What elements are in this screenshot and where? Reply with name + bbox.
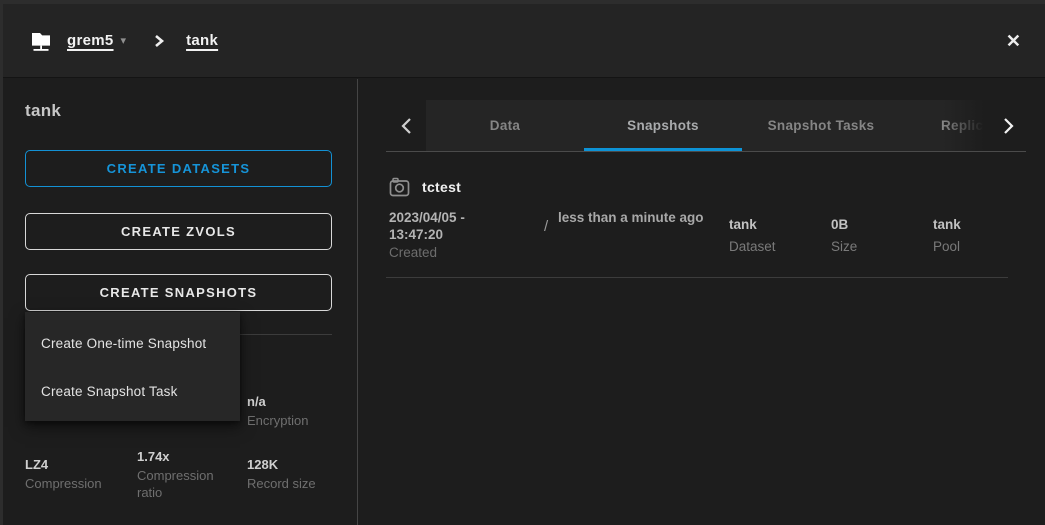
snapshot-group-name: tctest [422, 179, 461, 195]
tab-strip: Data Snapshots Snapshot Tasks Replicatio… [426, 100, 991, 151]
snapshot-created-cell: 2023/04/05 - 13:47:20 Created [389, 209, 544, 261]
tab-replication[interactable]: Replication [900, 100, 991, 151]
stat-compression: LZ4 Compression [25, 456, 137, 492]
snapshot-dataset-cell: tank Dataset [729, 209, 831, 261]
tab-snapshot-tasks[interactable]: Snapshot Tasks [742, 100, 900, 151]
dataset-details-overlay: grem5 ▾ tank ✕ tank CREATE DATASETS CREA… [3, 4, 1045, 525]
create-datasets-button[interactable]: CREATE DATASETS [25, 150, 332, 187]
tab-data[interactable]: Data [426, 100, 584, 151]
row-spacer [715, 209, 729, 261]
stat-compression-ratio: 1.74x Compression ratio [137, 448, 247, 501]
snapshot-row[interactable]: 2023/04/05 - 13:47:20 Created / less tha… [389, 209, 1033, 261]
slash-separator: / [544, 209, 558, 261]
tabs-bar: Data Snapshots Snapshot Tasks Replicatio… [386, 100, 1026, 152]
breadcrumb-chevron-icon [152, 33, 165, 49]
snapshot-relative-time: less than a minute ago [558, 209, 715, 261]
breadcrumb-root-link[interactable]: grem5 [67, 32, 114, 49]
row-divider [386, 277, 1008, 278]
snapshot-size-cell: 0B Size [831, 209, 933, 261]
caret-down-icon[interactable]: ▾ [121, 34, 127, 47]
snapshot-group-header: tctest [389, 175, 461, 199]
dataset-summary-panel: tank CREATE DATASETS CREATE ZVOLS CREATE… [3, 79, 358, 525]
dataset-icon [28, 28, 54, 54]
tab-snapshots[interactable]: Snapshots [584, 100, 742, 151]
stats-row-bottom: LZ4 Compression 1.74x Compression ratio … [25, 445, 349, 503]
create-zvols-button[interactable]: CREATE ZVOLS [25, 213, 332, 250]
stat-record-size: 128K Record size [247, 456, 347, 492]
panel-title: tank [25, 101, 61, 121]
breadcrumb-bar: grem5 ▾ tank ✕ [3, 4, 1045, 78]
camera-icon [389, 177, 410, 197]
create-snapshots-menu: Create One-time Snapshot Create Snapshot… [25, 312, 240, 421]
breadcrumb-current-link[interactable]: tank [186, 32, 218, 49]
tabs-scroll-right-button[interactable] [991, 100, 1026, 151]
chevron-right-icon [1003, 117, 1014, 135]
dataset-detail-panel: Data Snapshots Snapshot Tasks Replicatio… [359, 79, 1045, 525]
chevron-left-icon [401, 117, 412, 135]
stat-encryption: n/a Encryption [247, 393, 308, 429]
create-snapshots-button[interactable]: CREATE SNAPSHOTS [25, 274, 332, 311]
snapshot-pool-cell: tank Pool [933, 209, 1033, 261]
menu-item-one-time-snapshot[interactable]: Create One-time Snapshot [25, 319, 240, 367]
tabs-scroll-left-button[interactable] [386, 100, 426, 151]
close-icon[interactable]: ✕ [1004, 30, 1023, 52]
menu-item-snapshot-task[interactable]: Create Snapshot Task [25, 367, 240, 415]
